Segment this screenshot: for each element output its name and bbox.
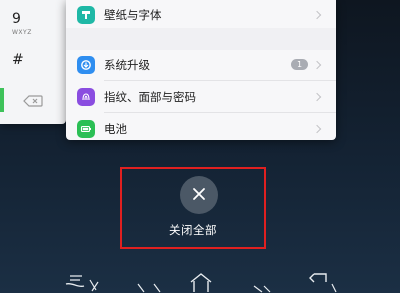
settings-item-wallpaper-font[interactable]: 壁纸与字体 xyxy=(66,0,336,29)
recent-app-card-settings[interactable]: 壁纸与字体 系统升级 1 指纹、面部与密码 电池 xyxy=(66,0,336,140)
settings-item-label: 系统升级 xyxy=(104,57,150,72)
close-icon xyxy=(192,186,206,205)
close-all-button[interactable] xyxy=(180,176,218,214)
fingerprint-icon xyxy=(77,87,95,106)
theme-icon xyxy=(77,5,95,24)
group-separator xyxy=(66,28,336,50)
recents-nav-icon[interactable] xyxy=(64,270,104,293)
home-icon[interactable] xyxy=(186,270,216,293)
battery-icon xyxy=(77,119,95,138)
settings-item-label: 指纹、面部与密码 xyxy=(104,89,196,104)
nav-hint-icon xyxy=(250,270,274,293)
back-icon[interactable] xyxy=(300,270,340,293)
system-update-icon xyxy=(77,55,95,74)
row-divider xyxy=(104,112,336,113)
settings-item-label: 壁纸与字体 xyxy=(104,7,162,22)
keypad-letters-9: WXYZ xyxy=(12,29,32,36)
settings-item-label: 电池 xyxy=(104,121,127,136)
chevron-right-icon xyxy=(312,60,322,69)
close-all-label[interactable]: 关闭全部 xyxy=(120,222,266,238)
settings-item-battery[interactable]: 电池 xyxy=(66,114,336,143)
chevron-right-icon xyxy=(312,124,322,133)
settings-item-fingerprint-face-password[interactable]: 指纹、面部与密码 xyxy=(66,82,336,111)
row-divider xyxy=(104,80,336,81)
chevron-right-icon xyxy=(312,92,322,101)
chevron-right-icon xyxy=(312,10,322,19)
keypad-hash: # xyxy=(12,52,24,68)
recent-app-card-dialer[interactable]: 9 WXYZ # xyxy=(0,0,66,124)
update-count-badge: 1 xyxy=(291,59,308,70)
recent-apps-screen: 9 WXYZ # 壁纸与字体 系统升级 1 指纹、面部与密码 电池 关闭全部 xyxy=(0,0,400,293)
nav-divider-icon xyxy=(134,270,164,293)
keypad-digit-9: 9 xyxy=(12,11,21,27)
call-button-edge xyxy=(0,88,4,112)
backspace-icon xyxy=(23,92,43,111)
settings-item-system-update[interactable]: 系统升级 1 xyxy=(66,50,336,79)
